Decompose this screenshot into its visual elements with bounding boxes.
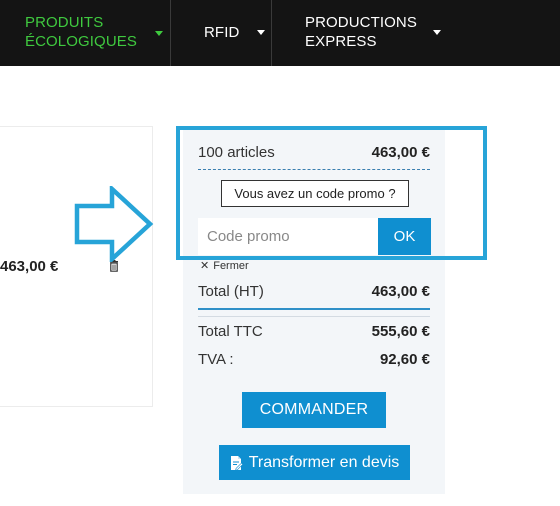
nav-label-line: PRODUCTIONS: [305, 14, 417, 31]
close-label: Fermer: [213, 260, 249, 272]
promo-code-toggle-button[interactable]: Vous avez un code promo ?: [221, 180, 409, 207]
caret-down-icon: [257, 30, 265, 35]
total-ht-label: Total (HT): [198, 283, 264, 300]
tva-label: TVA :: [198, 351, 234, 368]
total-ttc-value: 555,60 €: [371, 323, 430, 340]
total-ttc-label: Total TTC: [198, 323, 263, 340]
nav-item-produits-ecologiques[interactable]: PRODUITS ÉCOLOGIQUES: [0, 0, 170, 66]
nav-item-productions-express[interactable]: PRODUCTIONS EXPRESS: [271, 0, 560, 66]
total-ht-row: Total (HT) 463,00 €: [198, 283, 430, 300]
divider: [198, 316, 430, 317]
transform-quote-label: Transformer en devis: [248, 453, 400, 471]
nav-item-label: PRODUCTIONS EXPRESS: [305, 13, 417, 51]
divider: [198, 308, 430, 310]
nav-item-rfid[interactable]: RFID: [170, 0, 271, 66]
nav-label-line: PRODUITS: [25, 14, 104, 31]
articles-row: 100 articles 463,00 €: [198, 144, 430, 161]
divider: [198, 169, 430, 170]
transform-quote-button[interactable]: Transformer en devis: [219, 445, 410, 480]
articles-label: 100 articles: [198, 144, 275, 161]
nav-label-line: RFID: [204, 24, 240, 41]
order-button[interactable]: COMMANDER: [242, 392, 386, 428]
document-edit-icon: [230, 455, 243, 471]
nav-label-line: ÉCOLOGIQUES: [25, 33, 137, 50]
caret-down-icon: [155, 31, 163, 36]
close-promo-link[interactable]: ✕ Fermer: [200, 259, 249, 272]
promo-code-input[interactable]: [198, 218, 378, 255]
top-navigation: PRODUITS ÉCOLOGIQUES RFID PRODUCTIONS EX…: [0, 0, 560, 66]
nav-label-line: EXPRESS: [305, 33, 377, 50]
nav-item-label: PRODUITS ÉCOLOGIQUES: [25, 13, 137, 51]
tva-row: TVA : 92,60 €: [198, 351, 430, 368]
tva-value: 92,60 €: [379, 351, 430, 368]
total-ht-value: 463,00 €: [371, 283, 430, 300]
caret-down-icon: [433, 30, 441, 35]
nav-item-label: RFID: [204, 23, 239, 42]
articles-value: 463,00 €: [371, 144, 430, 161]
cart-item-price: 463,00 €: [0, 258, 59, 275]
promo-submit-button[interactable]: OK: [378, 218, 431, 255]
total-ttc-row: Total TTC 555,60 €: [198, 323, 430, 340]
close-icon: ✕: [200, 260, 210, 272]
arrow-right-icon: [74, 186, 154, 262]
